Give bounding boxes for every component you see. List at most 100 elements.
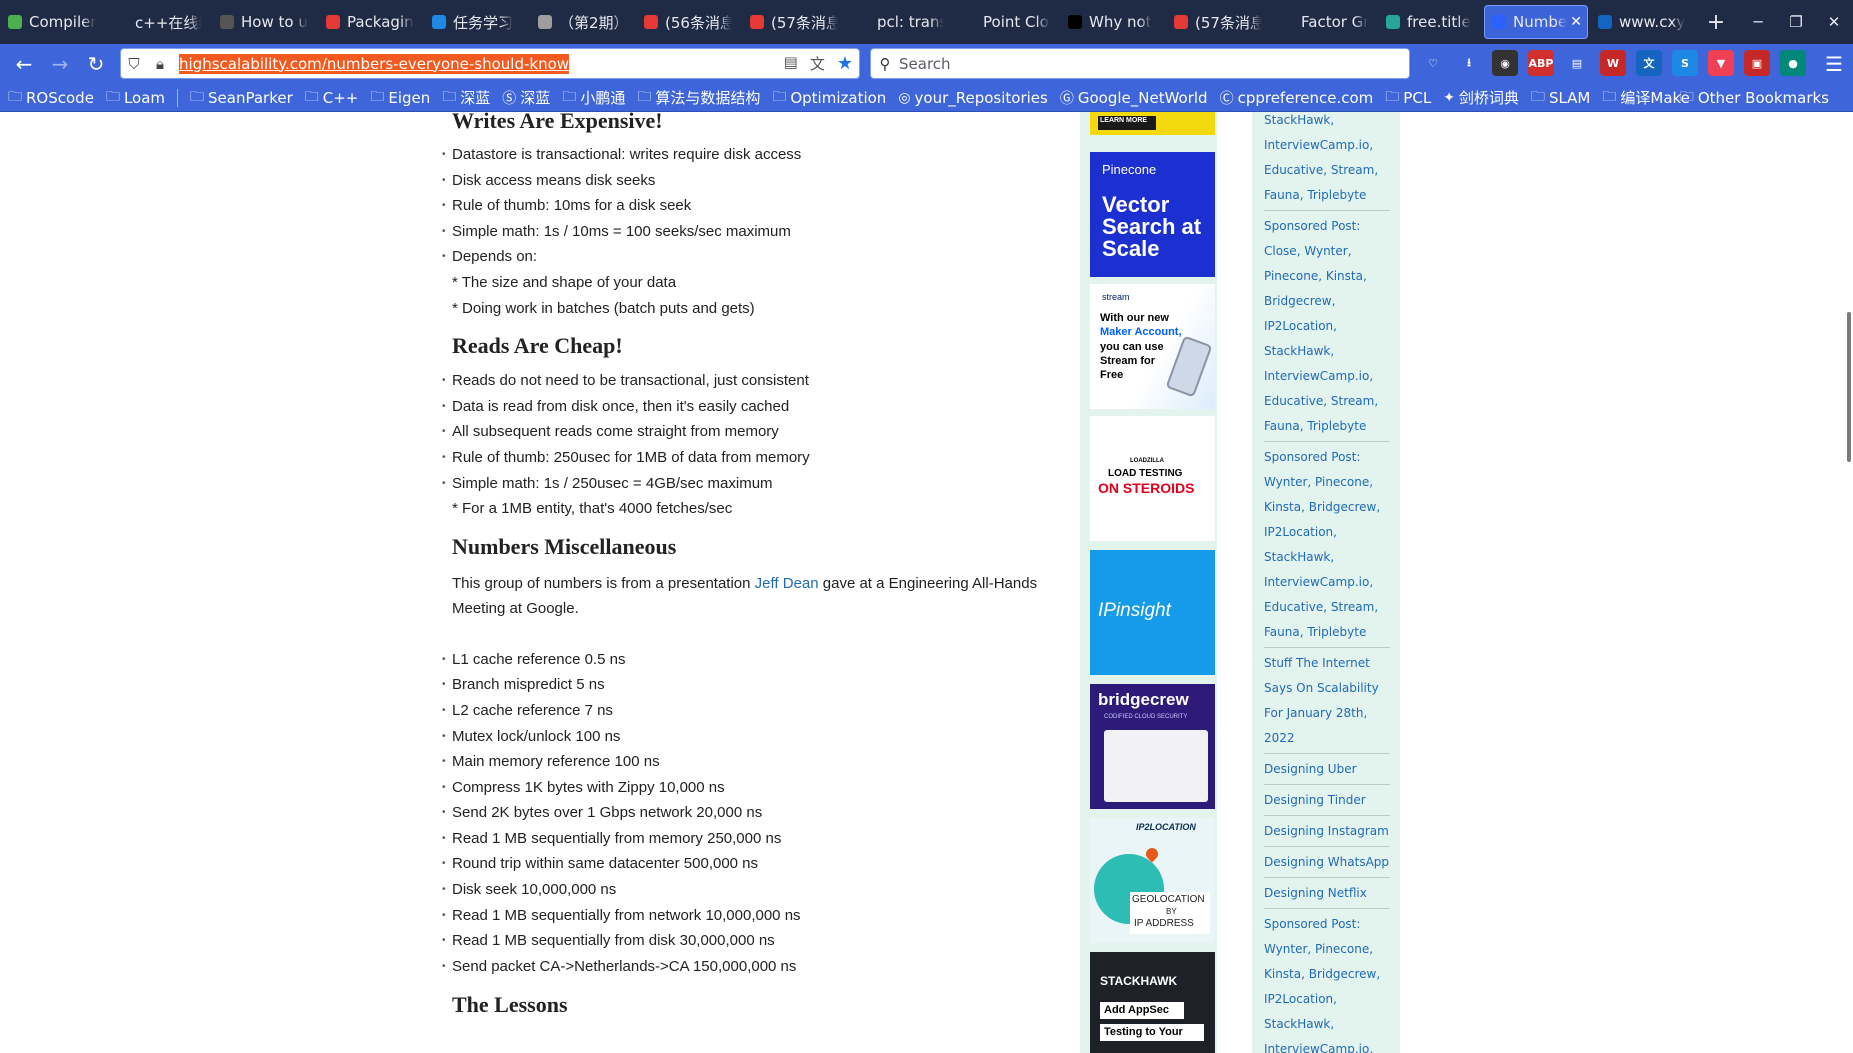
ad-pinecone[interactable]: Pinecone Vector Search at Scale xyxy=(1090,152,1215,277)
bookmark-item[interactable]: 🗀 Optimization xyxy=(772,86,886,110)
bookmark-item[interactable]: Ⓖ Google_NetWorld xyxy=(1060,88,1208,108)
ad-stream[interactable]: stream With our new Maker Account, you c… xyxy=(1090,284,1215,409)
gear-icon xyxy=(8,15,22,29)
reader-icon[interactable]: ▤ xyxy=(1564,50,1590,76)
bookmark-item[interactable]: 🗀 C++ xyxy=(305,86,359,110)
translate-icon[interactable]: 文 xyxy=(1636,50,1662,76)
pocket-icon[interactable]: ♡ xyxy=(1420,50,1446,76)
tab-label: free.title xyxy=(1407,13,1471,31)
ad-ip2location[interactable]: IP2LOCATION GEOLOCATION BY IP ADDRESS xyxy=(1090,818,1215,943)
ad-bridgecrew[interactable]: bridgecrew CODIFIED CLOUD SECURITY xyxy=(1090,684,1215,809)
sidebar-link[interactable]: Sponsored Post: Wynter, Pinecone, Kinsta… xyxy=(1264,912,1390,1053)
bookmark-item[interactable]: 🗀 Loam xyxy=(106,86,165,110)
close-tab-icon[interactable]: ✕ xyxy=(1570,14,1582,30)
triangle-icon xyxy=(326,15,340,29)
tab-10[interactable]: Why not xyxy=(1060,5,1164,39)
bookmark-star-icon[interactable]: ★ xyxy=(837,53,853,74)
address-bar[interactable]: ⛉ 🔒︎ highscalability.com/numbers-everyon… xyxy=(120,48,860,79)
bookmark-item[interactable]: 🗀 深蓝 xyxy=(442,86,490,110)
new-tab-button[interactable]: + xyxy=(1696,10,1736,35)
ad-loadzilla[interactable]: LOADZILLA LOAD TESTING ON STEROIDS xyxy=(1090,416,1215,541)
shield-icon[interactable]: ⛉ xyxy=(121,55,147,73)
tab-12[interactable]: Factor Graph xyxy=(1272,5,1376,39)
tab-5[interactable]: （第2期） xyxy=(530,5,634,39)
bookmark-item[interactable]: 🗀 SLAM xyxy=(1531,86,1590,110)
bookmark-item[interactable]: 🗀 编译Make xyxy=(1602,86,1690,110)
badge-ext-icon[interactable]: ▣ xyxy=(1744,50,1770,76)
folder-icon: 🗀 xyxy=(1679,88,1694,105)
circle-ext-icon[interactable]: ● xyxy=(1780,50,1806,76)
list-item: Datastore is transactional: writes requi… xyxy=(442,142,1062,168)
sidebar-link[interactable]: Designing Tinder xyxy=(1264,788,1390,816)
tab-9[interactable]: Point Cloud xyxy=(954,5,1058,39)
bookmark-item[interactable]: 🗀 SeanParker xyxy=(190,86,293,110)
other-bookmarks[interactable]: 🗀 Other Bookmarks xyxy=(1680,86,1829,110)
bookmark-label: Optimization xyxy=(790,88,887,107)
abp-icon[interactable]: ABP xyxy=(1528,50,1554,76)
lock-icon[interactable]: 🔒︎ xyxy=(147,55,173,73)
sidebar-link[interactable]: Designing Instagram xyxy=(1264,819,1390,847)
code-icon xyxy=(114,15,128,29)
download-icon[interactable]: ⭳ xyxy=(1456,50,1482,76)
search-placeholder[interactable]: Search xyxy=(899,55,951,73)
w-ext-icon[interactable]: W xyxy=(1600,50,1626,76)
sidebar-link[interactable]: Sponsored Post: Wynter, Pinecone, Kinsta… xyxy=(1264,445,1390,648)
person-icon xyxy=(538,15,552,29)
bookmark-item[interactable]: ✦ 剑桥词典 xyxy=(1443,87,1519,108)
reload-button[interactable]: ↻ xyxy=(78,48,114,80)
sidebar-link[interactable]: Designing Netflix xyxy=(1264,881,1390,909)
list-item: Rule of thumb: 250usec for 1MB of data f… xyxy=(442,445,1062,471)
search-icon: ⚲ xyxy=(879,54,891,73)
tab-8[interactable]: pcl: transfor xyxy=(848,5,952,39)
bookmark-item[interactable]: 🗀 算法与数据结构 xyxy=(637,86,760,110)
tab-11[interactable]: (57条消息 xyxy=(1166,5,1270,39)
sidebar-link[interactable]: Designing Uber xyxy=(1264,757,1390,785)
bookmark-item[interactable]: 🗀 小鹏通 xyxy=(562,86,625,110)
back-button[interactable]: ← xyxy=(6,48,42,80)
ad-stackhawk[interactable]: STACKHAWK Add AppSec Testing to Your xyxy=(1090,952,1215,1053)
bookmark-label: SLAM xyxy=(1548,88,1591,107)
close-window-button[interactable]: ✕ xyxy=(1815,13,1853,31)
tab-14[interactable]: Numbe ✕ xyxy=(1484,5,1588,39)
hamburger-menu-icon[interactable]: ☰ xyxy=(1825,52,1843,76)
ipinsight-text: IPinsight xyxy=(1098,600,1171,621)
tab-3[interactable]: Packaging xyxy=(318,5,422,39)
tab-label: Compiler xyxy=(29,13,96,31)
jeff-dean-link[interactable]: Jeff Dean xyxy=(755,575,819,592)
ad-ipinsight[interactable]: IPinsight xyxy=(1090,550,1215,675)
tab-4[interactable]: 任务学习 xyxy=(424,5,528,39)
tab-6[interactable]: (56条消息 xyxy=(636,5,740,39)
bookmark-item[interactable]: 🗀 PCL xyxy=(1385,86,1431,110)
reader-view-icon[interactable]: ▤ xyxy=(784,53,798,74)
bookmark-item[interactable]: Ⓒcppreference.com xyxy=(1220,88,1374,108)
tab-15[interactable]: www.cxy xyxy=(1590,5,1694,39)
tab-7[interactable]: (57条消息 xyxy=(742,5,846,39)
page-scrollbar[interactable] xyxy=(1847,312,1851,462)
search-bar[interactable]: ⚲ Search xyxy=(870,48,1410,79)
tab-13[interactable]: free.title xyxy=(1378,5,1482,39)
latency-list: L1 cache reference 0.5 nsBranch mispredi… xyxy=(442,647,1062,980)
bookmark-item[interactable]: Ⓢ 深蓝 xyxy=(502,87,550,108)
bookmark-item[interactable]: 🗀 ROScode xyxy=(8,86,94,110)
tab-2[interactable]: How to u xyxy=(212,5,316,39)
forward-button[interactable]: → xyxy=(42,48,78,80)
translate-page-icon[interactable]: 文 xyxy=(810,53,825,74)
restore-button[interactable]: ❐ xyxy=(1777,13,1815,31)
sidebar-link[interactable]: Sponsored Post: Close, Wynter, Pinecone,… xyxy=(1264,214,1390,442)
ad-top-partial[interactable]: LEARN MORE xyxy=(1090,112,1215,135)
bookmark-item[interactable]: ◎ your_Repositories xyxy=(898,89,1048,107)
ip2location-text-2: BY xyxy=(1166,907,1177,916)
minimize-button[interactable]: ─ xyxy=(1739,13,1777,31)
avatar-ext-icon[interactable]: ◉ xyxy=(1492,50,1518,76)
tab-0[interactable]: Compiler xyxy=(0,5,104,39)
tab-label: How to u xyxy=(241,13,308,31)
sidebar-link[interactable]: StackHawk, InterviewCamp.io, Educative, … xyxy=(1264,112,1390,211)
sidebar-link[interactable]: Designing WhatsApp xyxy=(1264,850,1390,878)
s-ext-icon[interactable]: S xyxy=(1672,50,1698,76)
url-text[interactable]: highscalability.com/numbers-everyone-sho… xyxy=(179,53,570,74)
pocket-save-icon[interactable]: ▼ xyxy=(1708,50,1734,76)
list-item: Disk seek 10,000,000 ns xyxy=(442,877,1062,903)
bookmark-item[interactable]: 🗀 Eigen xyxy=(370,86,430,110)
tab-1[interactable]: c++在线编译 xyxy=(106,5,210,39)
sidebar-link[interactable]: Stuff The Internet Says On Scalability F… xyxy=(1264,651,1390,754)
